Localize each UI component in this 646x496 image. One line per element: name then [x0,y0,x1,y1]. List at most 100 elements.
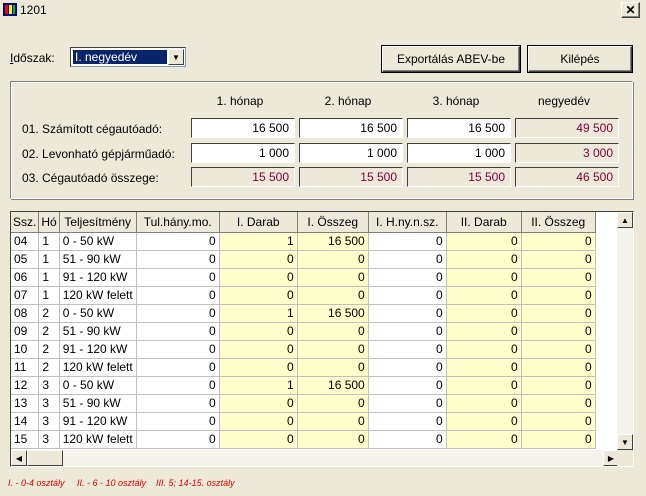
grid-column-header[interactable]: I. Összeg [297,212,369,233]
grid-cell[interactable]: 91 - 120 kW [59,268,137,287]
grid-cell[interactable]: 0 [297,412,369,431]
grid-cell[interactable]: 2 [38,358,60,377]
grid-cell[interactable]: 1 [38,232,60,251]
grid-cell[interactable]: 0 [297,250,369,269]
grid-cell[interactable]: 0 [368,412,447,431]
grid-cell[interactable]: 0 - 50 kW [59,232,137,251]
grid-cell[interactable]: 1 [38,268,60,287]
grid-cell[interactable]: 0 [136,322,220,341]
grid-cell[interactable]: 09 [11,322,40,341]
grid-cell[interactable]: 13 [11,394,40,413]
grid-cell[interactable]: 0 [446,250,522,269]
grid-column-header[interactable]: Teljesítmény [59,212,137,233]
grid-cell[interactable]: 0 [446,394,522,413]
grid-cell[interactable]: 2 [38,340,60,359]
grid-cell[interactable]: 0 [136,412,220,431]
grid-cell[interactable]: 16 500 [297,304,369,323]
grid-column-header[interactable]: I. Darab [219,212,298,233]
grid-cell[interactable]: 0 [136,358,220,377]
grid-cell[interactable]: 0 [368,358,447,377]
grid-cell[interactable]: 0 [446,340,522,359]
grid-cell[interactable]: 0 [219,412,298,431]
grid-cell[interactable]: 1 [219,376,298,395]
scroll-down-icon[interactable]: ▼ [617,434,633,450]
grid-cell[interactable]: 0 [219,250,298,269]
grid-cell[interactable]: 16 500 [297,376,369,395]
grid-cell[interactable]: 15 [11,430,40,449]
grid-cell[interactable]: 0 [368,430,447,449]
grid-cell[interactable]: 0 [446,322,522,341]
horizontal-scrollbar[interactable]: ◀ ▶ [11,450,619,466]
grid-cell[interactable]: 0 [297,358,369,377]
grid-cell[interactable]: 0 [368,232,447,251]
grid-cell[interactable]: 14 [11,412,40,431]
grid-cell[interactable]: 0 [521,394,596,413]
grid-column-header[interactable]: Hó [38,212,60,233]
scroll-up-icon[interactable]: ▲ [617,212,633,228]
grid-cell[interactable]: 0 [521,268,596,287]
scroll-left-icon[interactable]: ◀ [11,450,27,466]
grid-cell[interactable]: 0 - 50 kW [59,304,137,323]
table-row[interactable]: 15 3 120 kW felett 0 0 0 0 0 0 [11,430,596,449]
grid-cell[interactable]: 0 [446,358,522,377]
table-row[interactable]: 08 2 0 - 50 kW 0 1 16 500 0 0 0 [11,304,596,323]
table-row[interactable]: 13 3 51 - 90 kW 0 0 0 0 0 0 [11,394,596,413]
table-row[interactable]: 09 2 51 - 90 kW 0 0 0 0 0 0 [11,322,596,341]
grid-cell[interactable]: 0 [368,286,447,305]
grid-cell[interactable]: 0 [219,322,298,341]
grid-cell[interactable]: 0 [297,340,369,359]
grid-cell[interactable]: 0 [446,286,522,305]
grid-cell[interactable]: 91 - 120 kW [59,412,137,431]
grid-cell[interactable]: 0 - 50 kW [59,376,137,395]
grid-cell[interactable]: 16 500 [297,232,369,251]
grid-cell[interactable]: 0 [446,268,522,287]
grid-cell[interactable]: 05 [11,250,40,269]
grid-cell[interactable]: 0 [297,394,369,413]
grid-cell[interactable]: 120 kW felett [59,358,137,377]
grid-cell[interactable]: 120 kW felett [59,286,137,305]
grid-cell[interactable]: 0 [368,394,447,413]
grid-column-header[interactable]: II. Összeg [521,212,596,233]
grid-cell[interactable]: 0 [368,322,447,341]
grid-cell[interactable]: 0 [136,250,220,269]
grid-cell[interactable]: 0 [446,430,522,449]
grid-cell[interactable]: 0 [219,430,298,449]
vertical-scrollbar[interactable]: ▲ ▼ [617,212,633,450]
grid-cell[interactable]: 0 [136,286,220,305]
grid-cell[interactable]: 0 [521,304,596,323]
grid-cell[interactable]: 0 [136,232,220,251]
grid-cell[interactable]: 0 [219,358,298,377]
table-row[interactable]: 10 2 91 - 120 kW 0 0 0 0 0 0 [11,340,596,359]
grid-cell[interactable]: 3 [38,394,60,413]
grid-cell[interactable]: 0 [297,286,369,305]
grid-cell[interactable]: 3 [38,430,60,449]
grid-cell[interactable]: 3 [38,412,60,431]
grid-cell[interactable]: 0 [368,268,447,287]
grid-cell[interactable]: 0 [521,286,596,305]
grid-cell[interactable]: 0 [368,250,447,269]
grid-cell[interactable]: 0 [521,358,596,377]
grid-cell[interactable]: 1 [219,304,298,323]
grid-cell[interactable]: 0 [136,304,220,323]
table-row[interactable]: 11 2 120 kW felett 0 0 0 0 0 0 [11,358,596,377]
grid-cell[interactable]: 0 [219,340,298,359]
grid-cell[interactable]: 0 [136,376,220,395]
grid-cell[interactable]: 0 [219,268,298,287]
table-row[interactable]: 05 1 51 - 90 kW 0 0 0 0 0 0 [11,250,596,269]
grid-cell[interactable]: 2 [38,304,60,323]
grid-cell[interactable]: 3 [38,376,60,395]
export-abev-button[interactable]: Exportálás ABEV-be [382,46,520,72]
period-dropdown[interactable]: I. negyedév ▼ [70,47,186,67]
grid-cell[interactable]: 0 [446,304,522,323]
grid-cell[interactable]: 06 [11,268,40,287]
table-row[interactable]: 12 3 0 - 50 kW 0 1 16 500 0 0 0 [11,376,596,395]
grid-cell[interactable]: 0 [521,376,596,395]
grid-cell[interactable]: 51 - 90 kW [59,250,137,269]
table-row[interactable]: 06 1 91 - 120 kW 0 0 0 0 0 0 [11,268,596,287]
grid-cell[interactable]: 1 [38,250,60,269]
grid-cell[interactable]: 0 [136,430,220,449]
grid-cell[interactable]: 10 [11,340,40,359]
table-row[interactable]: 07 1 120 kW felett 0 0 0 0 0 0 [11,286,596,305]
grid-cell[interactable]: 0 [136,340,220,359]
grid-column-header[interactable]: Tul.hány.mo. [136,212,220,233]
